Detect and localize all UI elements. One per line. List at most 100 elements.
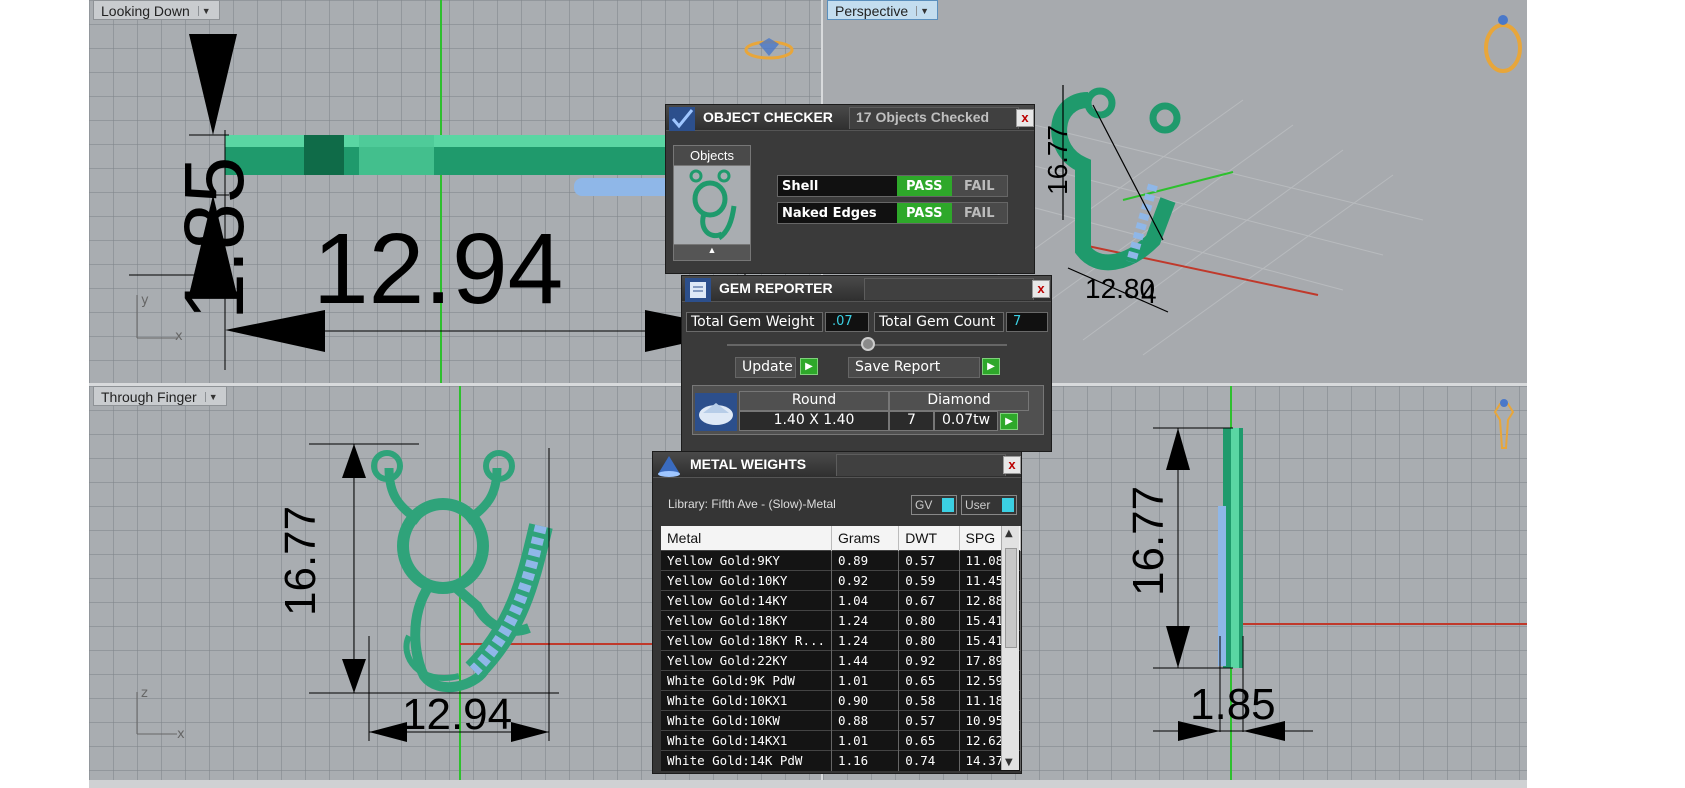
round-diamond-icon [695,393,737,431]
update-go-icon[interactable]: ▶ [800,358,818,375]
metal-weights-table: Metal Grams DWT SPG Yellow Gold:9KY 0.89 0… [661,526,1022,771]
check-row-shell: Shell PASS FAIL [777,175,1008,197]
total-gem-weight-label: Total Gem Weight [686,312,823,332]
fail-badge[interactable]: FAIL [951,176,1007,196]
gem-reporter-header[interactable]: GEM REPORTER x [682,276,1051,302]
table-cell: 1.01 [831,730,900,751]
table-cell: White Gold:10KW [661,710,833,731]
pass-badge[interactable]: PASS [897,203,952,223]
gem-count: 7 [889,411,934,431]
gem-size: 1.40 X 1.40 [739,411,889,431]
dimension-width: 12.94 [313,213,563,325]
total-gem-count-value: 7 [1006,312,1048,332]
column-header-metal[interactable]: Metal [661,526,833,551]
check-label: Naked Edges [778,203,897,223]
table-cell: 1.24 [831,610,900,631]
table-cell: 0.80 [898,610,960,631]
table-row[interactable]: Yellow Gold:9KY 0.89 0.57 11.08 [661,550,1022,571]
close-button[interactable]: x [1016,109,1034,127]
table-row[interactable]: White Gold:14K PdW 1.16 0.74 14.37 [661,750,1022,771]
table-cell: 0.92 [831,570,900,591]
metal-weights-header[interactable]: METAL WEIGHTS x [653,452,1021,478]
dimension-height: 16.77 [1042,125,1073,195]
gem-tw: 0.07tw [934,411,998,431]
table-row[interactable]: White Gold:10KX1 0.90 0.58 11.18 [661,690,1022,711]
checkmark-icon [669,107,695,131]
gv-toggle[interactable]: GV [911,495,957,515]
check-label: Shell [778,176,897,196]
total-gem-weight-value: .07 [825,312,869,332]
table-cell: Yellow Gold:14KY [661,590,833,611]
table-cell: 1.16 [831,750,900,771]
table-cell: Yellow Gold:22KY [661,650,833,671]
metal-table-scrollbar[interactable]: ▲ ▼ [1001,526,1019,770]
table-row[interactable]: Yellow Gold:18KY 1.24 0.80 15.41 [661,610,1022,631]
gem-row-go-icon[interactable]: ▶ [1000,413,1018,430]
table-row[interactable]: White Gold:9K PdW 1.01 0.65 12.59 [661,670,1022,691]
table-cell: 0.58 [898,690,960,711]
table-cell: White Gold:10KX1 [661,690,833,711]
table-cell: 0.89 [831,550,900,571]
table-cell: Yellow Gold:18KY R... [661,630,833,651]
gem-table: Round Diamond 1.40 X 1.40 7 0.07tw ▶ [692,385,1044,435]
object-checker-header[interactable]: OBJECT CHECKER 17 Objects Checked x [666,105,1034,131]
table-row[interactable]: Yellow Gold:22KY 1.44 0.92 17.89 [661,650,1022,671]
fail-badge[interactable]: FAIL [951,203,1007,223]
table-cell: Yellow Gold:10KY [661,570,833,591]
library-label: Library: Fifth Ave - (Slow)-Metal [668,497,836,511]
objects-label: Objects [674,146,750,166]
bottom-strip [89,780,1527,788]
scroll-up-button[interactable]: ▲ [674,244,750,260]
scroll-up-icon[interactable]: ▲ [1005,528,1013,539]
ring-icon [1484,23,1522,73]
total-gem-count-label: Total Gem Count [874,312,1004,332]
table-cell: 0.57 [898,550,960,571]
table-cell: White Gold:14K PdW [661,750,833,771]
update-button[interactable]: Update [735,357,796,378]
objects-preview-box: Objects ▲ [673,145,751,261]
save-report-go-icon[interactable]: ▶ [982,358,1000,375]
dimension-height: 1.85 [167,157,261,321]
table-cell: Yellow Gold:9KY [661,550,833,571]
table-cell: 0.92 [898,650,960,671]
slider-handle[interactable] [861,337,875,351]
panel-title: METAL WEIGHTS [690,456,807,472]
close-button[interactable]: x [1003,456,1021,474]
column-header-dwt[interactable]: DWT [898,526,960,551]
metal-cone-icon [658,456,680,477]
svg-text:x: x [177,727,185,742]
type-header: Diamond [889,391,1029,411]
report-icon [685,278,711,302]
table-cell: 1.04 [831,590,900,611]
panel-title: OBJECT CHECKER [703,109,833,125]
table-cell: 0.90 [831,690,900,711]
save-report-button[interactable]: Save Report [848,357,980,378]
table-row[interactable]: Yellow Gold:18KY R... 1.24 0.80 15.41 [661,630,1022,651]
pass-badge[interactable]: PASS [897,176,952,196]
scroll-thumb[interactable] [1005,548,1017,648]
table-cell: 1.24 [831,630,900,651]
table-row[interactable]: Yellow Gold:14KY 1.04 0.67 12.88 [661,590,1022,611]
ring-side-icon [1493,403,1515,449]
table-cell: 1.44 [831,650,900,671]
table-row[interactable]: White Gold:10KW 0.88 0.57 10.95 [661,710,1022,731]
user-toggle[interactable]: User [961,495,1017,515]
dimension-width: 12.94 [402,690,512,739]
table-cell: Yellow Gold:18KY [661,610,833,631]
dimension-height: 16.77 [1124,486,1173,596]
table-row[interactable]: Yellow Gold:10KY 0.92 0.59 11.45 [661,570,1022,591]
objects-checked-count: 17 Objects Checked [856,109,990,125]
table-cell: 0.57 [898,710,960,731]
shape-header: Round [739,391,889,411]
svg-text:x: x [175,329,183,344]
close-button[interactable]: x [1032,280,1050,298]
table-cell: 0.80 [898,630,960,651]
dimension-b: 4 [1141,278,1157,309]
object-thumbnail [674,166,750,244]
table-cell: 1.01 [831,670,900,691]
column-header-grams[interactable]: Grams [831,526,900,551]
dimension-height: 16.77 [276,506,325,616]
table-cell: 0.65 [898,670,960,691]
scroll-down-icon[interactable]: ▼ [1005,757,1013,768]
table-row[interactable]: White Gold:14KX1 1.01 0.65 12.62 [661,730,1022,751]
